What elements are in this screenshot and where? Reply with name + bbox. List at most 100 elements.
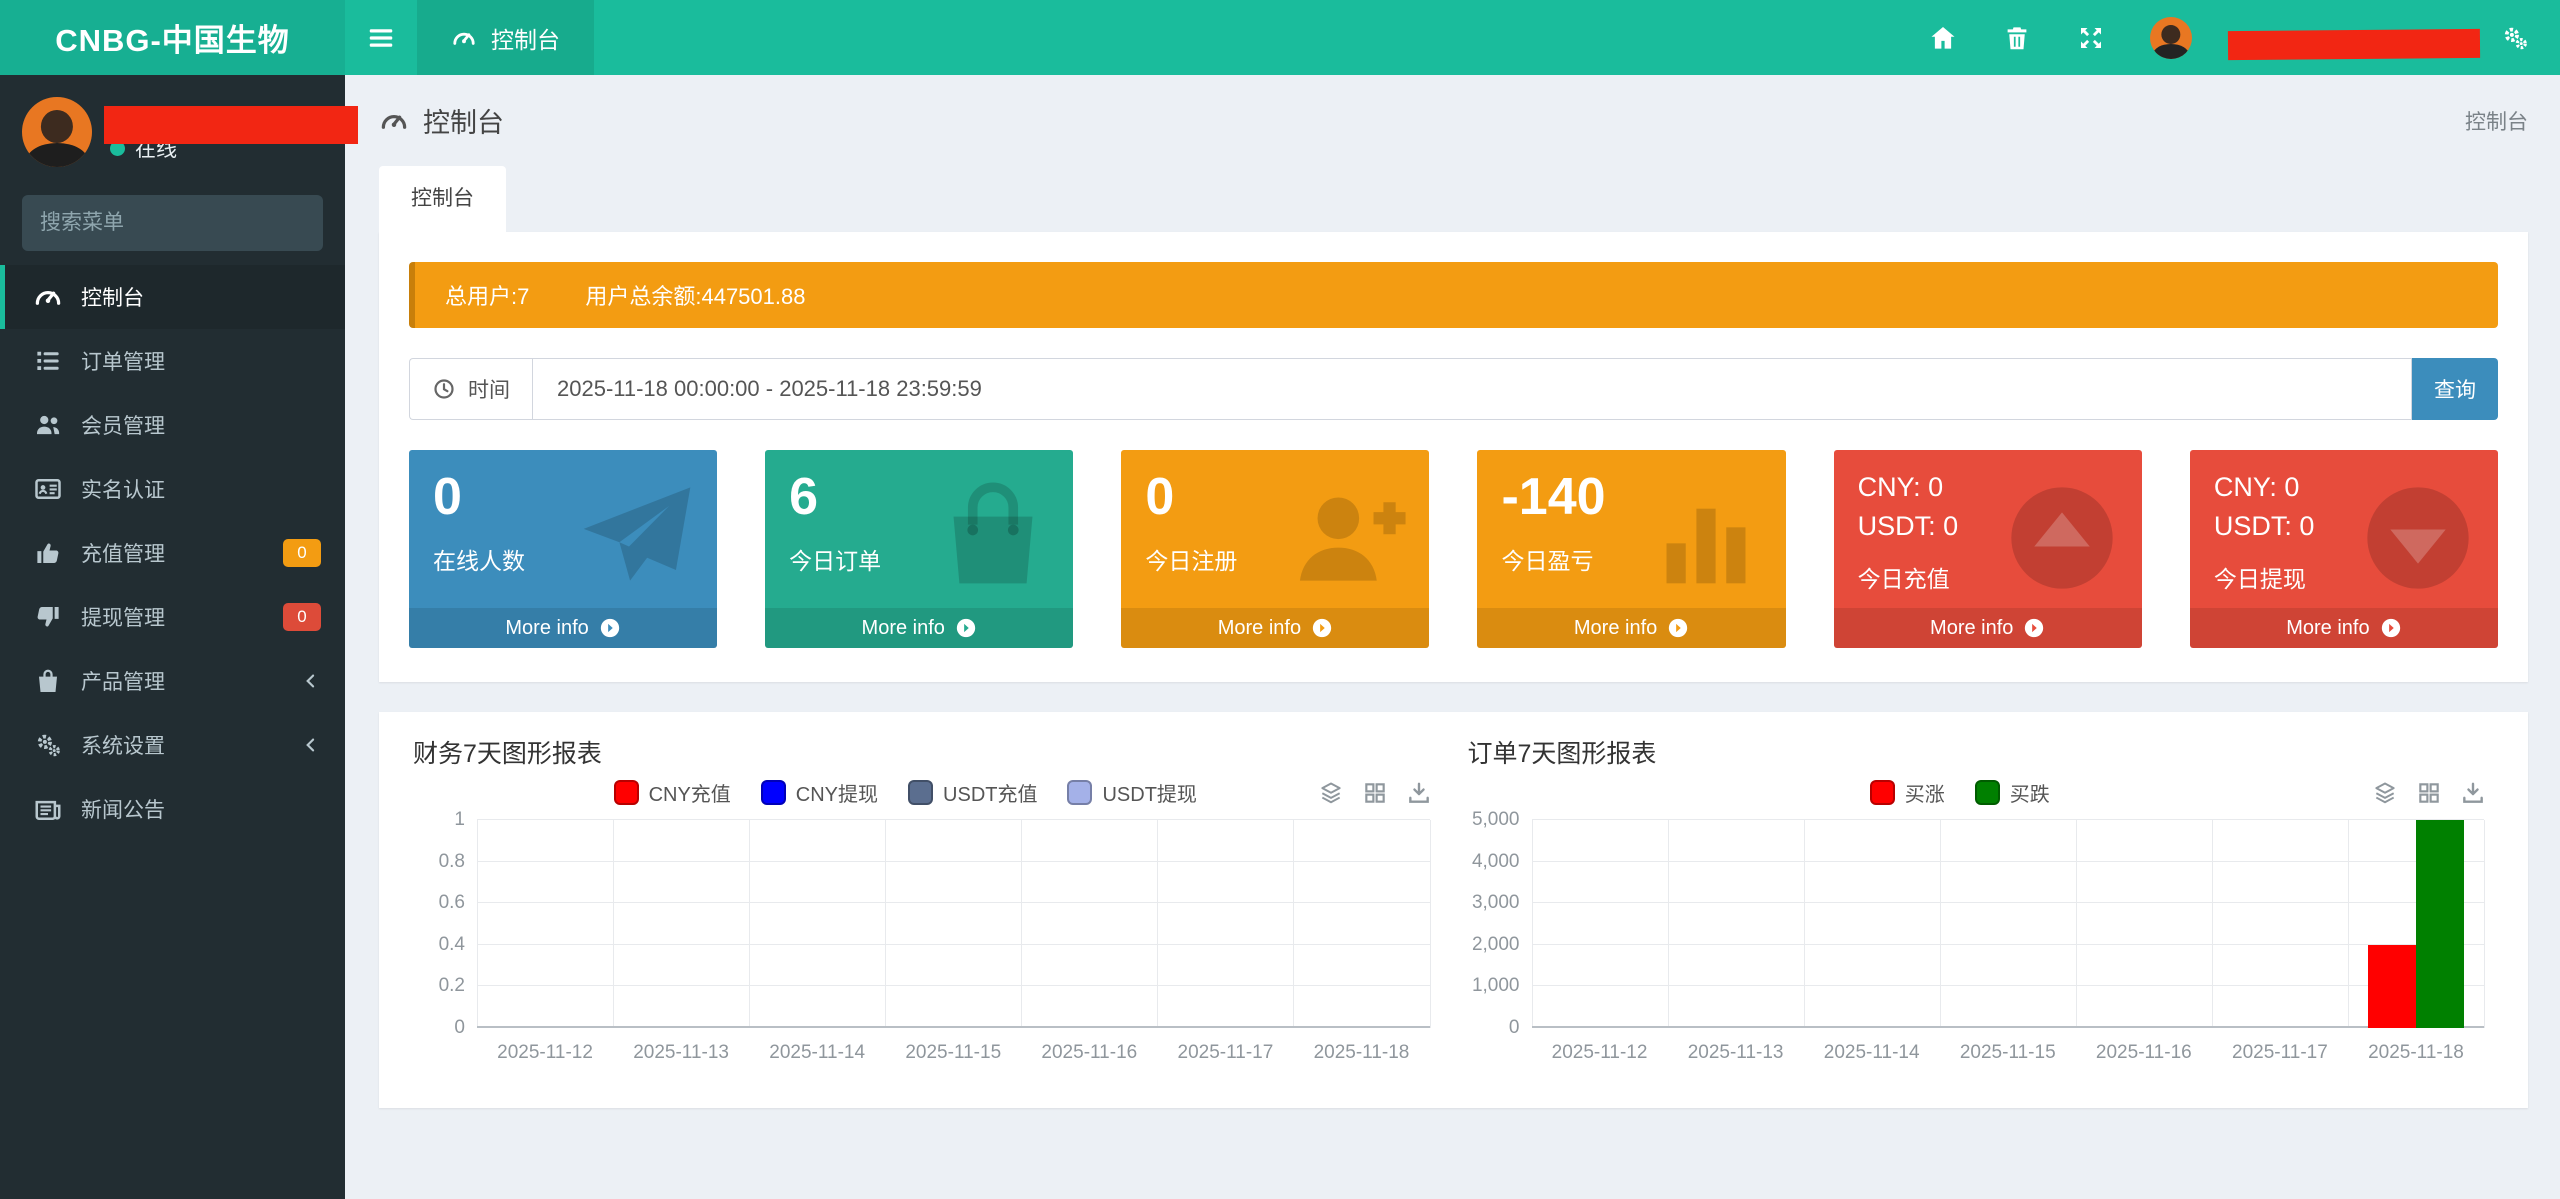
arrow-circle-right-icon [1311, 617, 1333, 639]
info-box-value: 0 [1145, 468, 1405, 528]
info-box-label: 今日提现 [2214, 560, 2474, 594]
hamburger-icon [366, 23, 396, 53]
gridline [477, 985, 1430, 986]
sidebar-item-members[interactable]: 会员管理 [0, 393, 345, 457]
chart-toolbox [1318, 780, 1432, 806]
info-box-orders[interactable]: 6今日订单More info [765, 450, 1073, 648]
gridline [1532, 820, 1533, 1028]
info-box-pnl[interactable]: -140今日盈亏More info [1477, 450, 1785, 648]
legend-item[interactable]: CNY提现 [761, 778, 878, 807]
gridline [2484, 820, 2485, 1028]
arrow-circle-right-icon [1667, 617, 1689, 639]
idcard-icon [33, 474, 63, 504]
sidebar-item-realname[interactable]: 实名认证 [0, 457, 345, 521]
count-badge: 0 [283, 603, 321, 631]
brand-logo[interactable]: CNBG-中国生物 [0, 0, 345, 75]
info-box-label: 今日订单 [789, 542, 1049, 576]
chevron-left-icon [301, 671, 321, 691]
sidebar-item-settings[interactable]: 系统设置 [0, 713, 345, 777]
arrow-circle-right-icon [2023, 617, 2045, 639]
legend-marker [1870, 780, 1895, 805]
more-info-link[interactable]: More info [409, 608, 717, 648]
legend-item[interactable]: 买涨 [1870, 778, 1945, 807]
legend-marker [761, 780, 786, 805]
home-icon[interactable] [1928, 23, 1958, 53]
info-box-row: 0在线人数More info6今日订单More info0今日注册More in… [409, 450, 2498, 648]
sidebar-item-products[interactable]: 产品管理 [0, 649, 345, 713]
chevron-left-icon [301, 735, 321, 755]
finance-chart: 财务7天图形报表 CNY充值CNY提现USDT充值USDT提现00.20.40.… [403, 734, 1458, 1082]
time-filter-label: 时间 [409, 358, 532, 420]
y-axis-tick: 0.6 [439, 892, 465, 914]
chart-canvas[interactable]: 买涨买跌01,0002,0003,0004,0005,0002025-11-12… [1458, 776, 2513, 1082]
arrow-circle-right-icon [599, 617, 621, 639]
gauge-icon [379, 106, 409, 136]
sidebar-item-withdraw[interactable]: 提现管理0 [0, 585, 345, 649]
legend-item[interactable]: USDT提现 [1067, 778, 1196, 807]
bar-买涨-2025-11-18[interactable] [2368, 945, 2416, 1028]
more-info-link[interactable]: More info [765, 608, 1073, 648]
sidebar: 在线 控制台订单管理会员管理实名认证充值管理0提现管理0产品管理系统设置新闻公告 [0, 75, 345, 1199]
orders-chart: 订单7天图形报表 买涨买跌01,0002,0003,0004,0005,0002… [1458, 734, 2513, 1082]
y-axis-tick: 1,000 [1472, 975, 1520, 997]
sidebar-toggle-button[interactable] [345, 0, 417, 75]
legend-item[interactable]: 买跌 [1975, 778, 2050, 807]
more-info-link[interactable]: More info [1477, 608, 1785, 648]
tiled-icon[interactable] [1362, 780, 1388, 806]
x-axis-line [1532, 1026, 2485, 1028]
gauge-icon [451, 25, 477, 51]
legend-item[interactable]: USDT充值 [908, 778, 1037, 807]
more-info-link[interactable]: More info [1121, 608, 1429, 648]
info-box-online[interactable]: 0在线人数More info [409, 450, 717, 648]
sidebar-item-dashboard[interactable]: 控制台 [0, 265, 345, 329]
settings-gears-icon[interactable] [2500, 23, 2530, 53]
info-box-register[interactable]: 0今日注册More info [1121, 450, 1429, 648]
chart-canvas[interactable]: CNY充值CNY提现USDT充值USDT提现00.20.40.60.812025… [403, 776, 1458, 1082]
sidebar-item-label: 系统设置 [81, 730, 283, 760]
gridline [477, 944, 1430, 945]
sidebar-item-news[interactable]: 新闻公告 [0, 777, 345, 841]
tiled-icon[interactable] [2416, 780, 2442, 806]
topbar-spacer [594, 0, 1928, 75]
gridline [885, 820, 886, 1028]
breadcrumb[interactable]: 控制台 [2465, 106, 2528, 136]
legend-marker [908, 780, 933, 805]
gridline [477, 820, 478, 1028]
gridline [1532, 985, 2485, 986]
gridline [2076, 820, 2077, 1028]
info-box-recharge[interactable]: CNY: 0USDT: 0今日充值More info [1834, 450, 2142, 648]
x-axis-tick: 2025-11-18 [2368, 1042, 2464, 1064]
topbar: CNBG-中国生物 控制台 [0, 0, 2560, 75]
date-range-input[interactable] [532, 358, 2412, 420]
search-input[interactable] [40, 211, 311, 235]
download-icon[interactable] [2460, 780, 2486, 806]
more-info-link[interactable]: More info [1834, 608, 2142, 648]
stack-icon[interactable] [2372, 780, 2398, 806]
trash-icon[interactable] [2002, 23, 2032, 53]
sidebar-item-label: 订单管理 [81, 346, 321, 376]
x-axis-tick: 2025-11-12 [497, 1042, 593, 1064]
x-axis-tick: 2025-11-14 [1824, 1042, 1920, 1064]
query-button[interactable]: 查询 [2412, 358, 2498, 420]
count-badge: 0 [283, 539, 321, 567]
y-axis-tick: 3,000 [1472, 892, 1520, 914]
users-icon [33, 410, 63, 440]
gridline [1668, 820, 1669, 1028]
sidebar-menu: 控制台订单管理会员管理实名认证充值管理0提现管理0产品管理系统设置新闻公告 [0, 265, 345, 841]
chart-legend: CNY充值 CNY提现 USDT充值 USDT提现 [473, 778, 1338, 807]
chart-legend: 买涨 买跌 [1528, 778, 2393, 807]
sidebar-item-orders[interactable]: 订单管理 [0, 329, 345, 393]
info-box-withdraw[interactable]: CNY: 0USDT: 0今日提现More info [2190, 450, 2498, 648]
download-icon[interactable] [1406, 780, 1432, 806]
tab-dashboard[interactable]: 控制台 [379, 166, 506, 232]
topbar-tab-dashboard[interactable]: 控制台 [417, 0, 594, 75]
charts-card: 财务7天图形报表 CNY充值CNY提现USDT充值USDT提现00.20.40.… [379, 712, 2528, 1108]
more-info-link[interactable]: More info [2190, 608, 2498, 648]
sidebar-item-recharge[interactable]: 充值管理0 [0, 521, 345, 585]
bar-买跌-2025-11-18[interactable] [2416, 820, 2464, 1028]
info-box-line: CNY: 0 [1858, 468, 2118, 507]
stack-icon[interactable] [1318, 780, 1344, 806]
legend-item[interactable]: CNY充值 [614, 778, 731, 807]
info-box-label: 在线人数 [433, 542, 693, 576]
fullscreen-icon[interactable] [2076, 23, 2106, 53]
